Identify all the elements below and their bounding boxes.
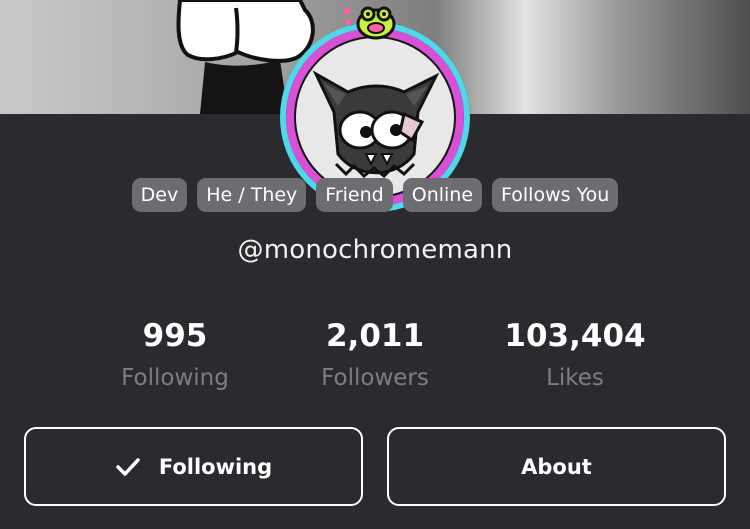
stat-likes[interactable]: 103,404 Likes: [475, 316, 675, 396]
stat-followers-value: 2,011: [325, 318, 425, 354]
stat-following[interactable]: 995 Following: [75, 316, 275, 396]
profile-handle: @monochromemann: [237, 235, 513, 265]
stat-likes-label: Likes: [546, 365, 604, 391]
about-button-label: About: [521, 454, 592, 479]
stat-followers-label: Followers: [321, 365, 429, 391]
tag-friend: Friend: [316, 178, 393, 212]
following-button[interactable]: Following: [24, 427, 363, 506]
following-button-label: Following: [158, 454, 273, 479]
stat-followers[interactable]: 2,011 Followers: [275, 316, 475, 396]
stat-likes-value: 103,404: [504, 318, 646, 354]
tag-follows-you: Follows You: [492, 178, 619, 212]
profile-stats: 995 Following 2,011 Followers 103,404 Li…: [0, 316, 750, 406]
check-icon: [116, 457, 140, 476]
tag-pronouns: He / They: [197, 178, 307, 212]
about-button[interactable]: About: [387, 427, 726, 506]
stat-following-value: 995: [142, 318, 208, 354]
tag-online: Online: [402, 178, 483, 212]
profile-tags: Dev He / They Friend Online Follows You: [0, 178, 750, 214]
tag-dev: Dev: [131, 178, 188, 212]
sparkle-icon: [344, 8, 351, 25]
frog-icon: [356, 6, 396, 40]
stat-following-label: Following: [121, 365, 229, 391]
